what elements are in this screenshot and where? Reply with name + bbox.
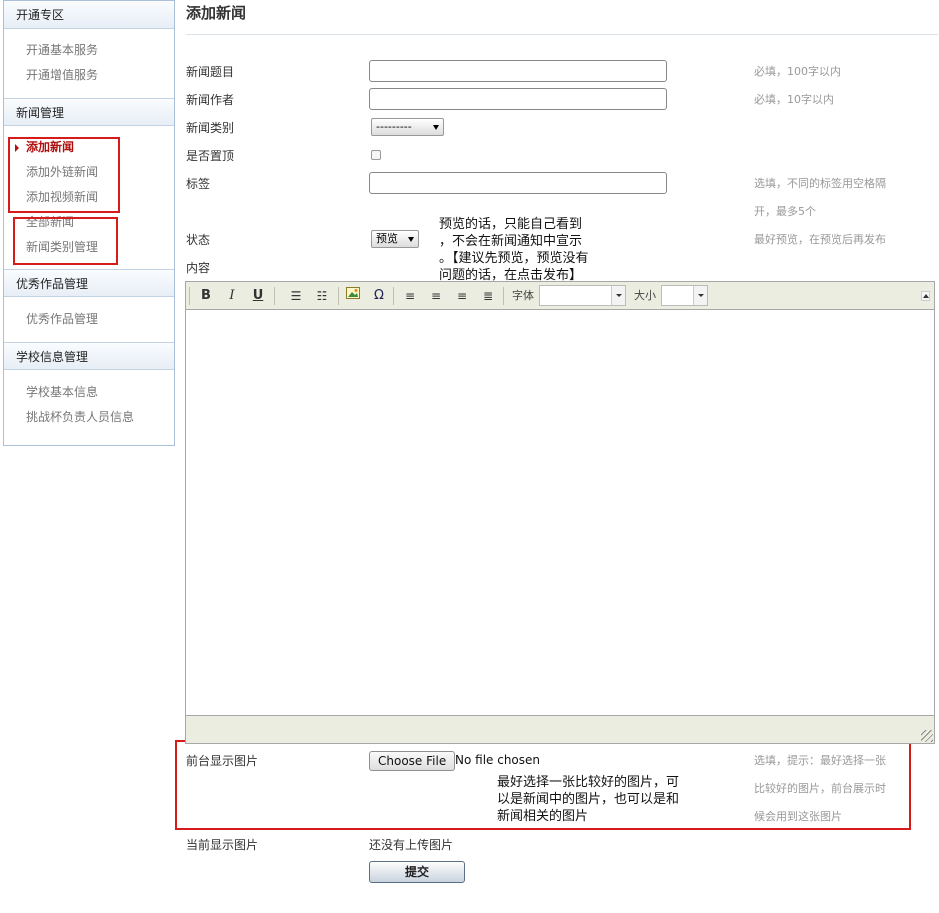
status-select[interactable]: 预览 — [371, 230, 419, 248]
image-annotation-note: 最好选择一张比较好的图片，可 以是新闻中的图片，也可以是和 新闻相关的图片 — [497, 774, 679, 825]
image-note-line: 以是新闻中的图片，也可以是和 — [497, 792, 680, 807]
sidebar-item-value-added-service[interactable]: 开通增值服务 — [4, 63, 174, 88]
sidebar-item-news-category[interactable]: 新闻类别管理 — [4, 235, 174, 260]
page-title: 添加新闻 — [186, 4, 247, 22]
news-author-input[interactable] — [369, 88, 667, 110]
sidebar-item-add-link-news[interactable]: 添加外链新闻 — [4, 160, 174, 185]
tags-hint-line1: 选填，不同的标签用空格隔 — [754, 177, 886, 190]
status-note-line: 预览的话，只能自己看到 — [439, 217, 583, 232]
sidebar-item-challenge-cup-contact[interactable]: 挑战杯负责人员信息 — [4, 405, 174, 430]
news-category-label: 新闻类别 — [186, 121, 235, 135]
tags-hint-line2: 开，最多5个 — [754, 205, 816, 218]
news-author-label: 新闻作者 — [186, 93, 235, 107]
news-author-hint: 必填，10字以内 — [754, 93, 834, 106]
sidebar-section-works[interactable]: 优秀作品管理 — [4, 269, 174, 297]
toolbar-separator — [393, 287, 394, 305]
image-note-line: 最好选择一张比较好的图片，可 — [497, 775, 680, 790]
toolbar-grip — [189, 287, 190, 305]
align-left-icon[interactable]: ≡ — [400, 286, 420, 306]
sidebar-item-add-news[interactable]: 添加新闻 — [4, 135, 174, 160]
collapse-toolbar-icon[interactable] — [921, 291, 930, 301]
resize-handle-icon[interactable] — [921, 730, 933, 742]
front-image-label: 前台显示图片 — [186, 754, 259, 768]
content-label: 内容 — [186, 261, 211, 275]
tags-label: 标签 — [186, 177, 211, 191]
current-image-value: 还没有上传图片 — [369, 838, 454, 852]
sidebar-section-activation[interactable]: 开通专区 — [4, 1, 174, 29]
editor-toolbar: B I U ☰ ☷ Ω ≡ ≡ ≡ ≣ 字体 大小 — [186, 282, 934, 310]
sidebar-item-add-video-news[interactable]: 添加视频新闻 — [4, 185, 174, 210]
sidebar: 开通专区 开通基本服务 开通增值服务 新闻管理 添加新闻 添加外链新闻 添加视频… — [3, 0, 175, 446]
file-status-text: No file chosen — [455, 753, 541, 767]
status-hint: 最好预览，在预览后再发布 — [754, 233, 886, 246]
toolbar-separator — [274, 287, 275, 305]
status-annotation-note: 预览的话，只能自己看到 ，不会在新闻通知中宣示 。【建议先预览，预览没有 问题的… — [439, 216, 589, 284]
sidebar-item-basic-service[interactable]: 开通基本服务 — [4, 38, 174, 63]
chevron-down-icon — [693, 286, 707, 305]
sidebar-item-works-manage[interactable]: 优秀作品管理 — [4, 307, 174, 332]
current-image-label: 当前显示图片 — [186, 838, 259, 852]
front-image-hint-line3: 候会用到这张图片 — [754, 810, 842, 823]
news-title-input[interactable] — [369, 60, 667, 82]
chevron-down-icon — [611, 286, 625, 305]
tags-input[interactable] — [369, 172, 667, 194]
news-title-label: 新闻题目 — [186, 65, 235, 79]
news-category-select[interactable]: --------- — [371, 118, 444, 136]
submit-button[interactable]: 提交 — [369, 861, 465, 883]
rich-text-editor: B I U ☰ ☷ Ω ≡ ≡ ≡ ≣ 字体 大小 — [185, 281, 935, 744]
sidebar-item-all-news[interactable]: 全部新闻 — [4, 210, 174, 235]
title-divider — [186, 34, 938, 35]
status-label: 状态 — [186, 233, 211, 247]
italic-icon[interactable]: I — [222, 286, 242, 306]
font-size-select[interactable] — [661, 285, 708, 306]
image-note-line: 新闻相关的图片 — [497, 809, 589, 824]
active-arrow-icon — [15, 144, 19, 152]
align-right-icon[interactable]: ≡ — [452, 286, 472, 306]
news-category-selected: --------- — [376, 120, 412, 133]
toolbar-separator — [338, 287, 339, 305]
toolbar-separator — [503, 287, 504, 305]
font-family-label: 字体 — [512, 289, 534, 302]
special-char-icon[interactable]: Ω — [369, 286, 389, 306]
status-note-line: ，不会在新闻通知中宣示 — [439, 234, 583, 249]
align-center-icon[interactable]: ≡ — [426, 286, 446, 306]
sidebar-item-label: 添加新闻 — [26, 140, 75, 154]
align-justify-icon[interactable]: ≣ — [478, 286, 498, 306]
numbered-list-icon[interactable]: ☷ — [312, 286, 332, 306]
underline-icon[interactable]: U — [248, 286, 268, 306]
front-image-hint-line1: 选填，提示：最好选择一张 — [754, 754, 886, 767]
editor-content-area[interactable] — [186, 311, 934, 715]
sidebar-section-school[interactable]: 学校信息管理 — [4, 342, 174, 370]
sidebar-item-school-info[interactable]: 学校基本信息 — [4, 380, 174, 405]
editor-statusbar — [186, 715, 934, 743]
pinned-checkbox[interactable] — [371, 150, 381, 160]
status-note-line: 。【建议先预览，预览没有 — [439, 251, 589, 266]
front-image-hint-line2: 比较好的图片，前台展示时 — [754, 782, 886, 795]
news-title-hint: 必填，100字以内 — [754, 65, 841, 78]
insert-image-icon[interactable] — [343, 286, 363, 306]
bullet-list-icon[interactable]: ☰ — [286, 286, 306, 306]
pinned-label: 是否置顶 — [186, 149, 235, 163]
font-family-select[interactable] — [539, 285, 626, 306]
choose-file-button[interactable]: Choose File — [369, 751, 456, 771]
sidebar-section-news[interactable]: 新闻管理 — [4, 98, 174, 126]
chevron-down-icon — [408, 237, 414, 242]
font-size-label: 大小 — [634, 289, 656, 302]
bold-icon[interactable]: B — [196, 286, 216, 306]
chevron-down-icon — [433, 125, 439, 130]
status-selected: 预览 — [376, 232, 398, 245]
